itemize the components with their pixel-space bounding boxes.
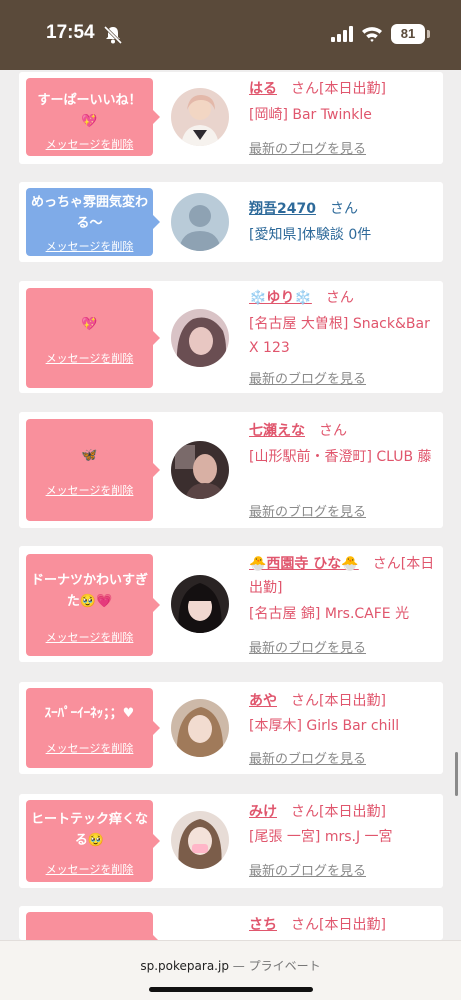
cast-name-link[interactable]: 🐣西園寺 ひな🐣 — [249, 556, 359, 572]
avatar[interactable] — [171, 811, 229, 869]
cast-name-line: みけ さん[本日出勤] — [249, 800, 439, 824]
message-card: ドーナツかわいすぎた🥹💗 メッセージを削除 🐣西園寺 ひな🐣 さん[本日出勤] … — [19, 546, 443, 662]
browser-bottom-bar: sp.pokepara.jp — プライベート — [0, 940, 461, 1000]
shop-info: [山形駅前・香澄町] CLUB 藤 — [249, 449, 432, 465]
private-mode-label: — プライベート — [232, 959, 321, 973]
message-text: ヒートテック痒くなる🥹 — [30, 812, 148, 848]
latest-blog-link[interactable]: 最新のブログを見る — [249, 368, 366, 387]
honorific: さん — [291, 917, 319, 933]
wifi-icon — [362, 27, 382, 42]
battery-indicator: 81 — [391, 24, 425, 44]
scrollbar[interactable] — [455, 752, 458, 796]
delete-message-link[interactable]: メッセージを削除 — [26, 740, 153, 756]
honorific: さん — [329, 201, 358, 217]
address-bar[interactable]: sp.pokepara.jp — プライベート — [0, 957, 461, 974]
latest-blog-link[interactable]: 最新のブログを見る — [249, 637, 366, 656]
status-bar: 17:54 81 — [0, 0, 461, 70]
cast-name-line: はる さん[本日出勤] — [249, 77, 439, 101]
cast-name-line: 七瀬えな さん — [249, 419, 439, 443]
message-text: めっちゃ雰囲気変わる〜 — [30, 195, 148, 231]
message-card: めっちゃ雰囲気変わる〜 メッセージを削除 翔吾2470 さん [愛知県]体験談 … — [19, 182, 443, 262]
delete-message-link[interactable]: メッセージを削除 — [26, 482, 153, 498]
message-text: ｽｰﾊﾟｰｲｰﾈｯ；；♥ — [44, 706, 135, 721]
honorific: さん — [291, 804, 319, 820]
message-card: さち さん[本日出勤] — [19, 906, 443, 940]
delete-message-link[interactable]: メッセージを削除 — [26, 238, 153, 254]
message-text: すーぱーいいね！💖 — [37, 93, 142, 129]
cast-name-line: 翔吾2470 さん — [249, 197, 439, 221]
shop-info: [名古屋 錦] Mrs.CAFE 光 — [249, 606, 410, 622]
honorific: さん — [319, 423, 347, 439]
attendance-badge: [本日出勤] — [319, 917, 386, 933]
bell-slash-icon — [103, 26, 123, 44]
avatar[interactable] — [171, 193, 229, 251]
latest-blog-link[interactable]: 最新のブログを見る — [249, 860, 366, 879]
message-bubble: すーぱーいいね！💖 メッセージを削除 — [26, 78, 160, 156]
message-bubble: めっちゃ雰囲気変わる〜 メッセージを削除 — [26, 188, 160, 256]
attendance-badge: [本日出勤] — [319, 693, 386, 709]
latest-blog-link[interactable]: 最新のブログを見る — [249, 501, 366, 520]
message-text: 💖 — [81, 317, 98, 332]
latest-blog-link[interactable]: 最新のブログを見る — [249, 748, 366, 767]
message-bubble: ドーナツかわいすぎた🥹💗 メッセージを削除 — [26, 554, 160, 656]
cast-name-line: あや さん[本日出勤] — [249, 689, 439, 713]
home-indicator — [149, 987, 313, 992]
cast-name-link[interactable]: あや — [249, 693, 277, 709]
cast-name-link[interactable]: はる — [249, 81, 277, 97]
cast-name-line: ❄️ゆり❄️ さん — [249, 286, 439, 310]
honorific: さん — [291, 693, 319, 709]
avatar[interactable] — [171, 88, 229, 146]
cast-name-link[interactable]: 七瀬えな — [249, 423, 305, 439]
status-time: 17:54 — [46, 22, 95, 43]
shop-info: [岡崎] Bar Twinkle — [249, 107, 372, 123]
message-bubble: ヒートテック痒くなる🥹 メッセージを削除 — [26, 800, 160, 882]
shop-info: [本厚木] Girls Bar chill — [249, 718, 400, 734]
delete-message-link[interactable]: メッセージを削除 — [26, 350, 153, 366]
message-card: すーぱーいいね！💖 メッセージを削除 はる さん[本日出勤] [岡崎] Bar … — [19, 72, 443, 164]
review-info: [愛知県]体験談 0件 — [249, 227, 372, 243]
attendance-badge: [本日出勤] — [319, 804, 386, 820]
battery-tip — [427, 30, 430, 38]
customer-name-link[interactable]: 翔吾2470 — [249, 201, 316, 217]
cast-name-link[interactable]: みけ — [249, 804, 277, 820]
avatar[interactable] — [171, 309, 229, 367]
message-bubble: 💖 メッセージを削除 — [26, 288, 160, 388]
message-text: ドーナツかわいすぎた🥹💗 — [30, 573, 148, 609]
delete-message-link[interactable]: メッセージを削除 — [26, 861, 153, 877]
message-bubble — [26, 912, 160, 940]
honorific: さん — [325, 290, 354, 306]
message-card: ｽｰﾊﾟｰｲｰﾈｯ；；♥ メッセージを削除 あや さん[本日出勤] [本厚木] … — [19, 682, 443, 774]
shop-info: [名古屋 大曽根] Snack&Bar X 123 — [249, 316, 430, 356]
message-bubble: ｽｰﾊﾟｰｲｰﾈｯ；；♥ メッセージを削除 — [26, 688, 160, 768]
shop-info: [尾張 一宮] mrs.J 一宮 — [249, 829, 393, 845]
latest-blog-link[interactable]: 最新のブログを見る — [249, 138, 366, 157]
message-text: 🦋 — [81, 448, 98, 463]
cast-name-line: さち さん[本日出勤] — [249, 913, 439, 937]
message-bubble: 🦋 メッセージを削除 — [26, 419, 160, 521]
cast-name-link[interactable]: ❄️ゆり❄️ — [249, 290, 312, 306]
honorific: さん — [291, 81, 319, 97]
avatar[interactable] — [171, 575, 229, 633]
cast-name-line: 🐣西園寺 ひな🐣 さん[本日出勤] — [249, 552, 439, 600]
attendance-badge: [本日出勤] — [319, 81, 386, 97]
delete-message-link[interactable]: メッセージを削除 — [26, 629, 153, 645]
avatar[interactable] — [171, 441, 229, 499]
cellular-signal-icon — [331, 26, 353, 42]
honorific: さん — [372, 556, 401, 572]
message-card: ヒートテック痒くなる🥹 メッセージを削除 みけ さん[本日出勤] [尾張 一宮]… — [19, 794, 443, 888]
cast-name-link[interactable]: さち — [249, 917, 277, 933]
url-text: sp.pokepara.jp — [140, 959, 229, 973]
delete-message-link[interactable]: メッセージを削除 — [26, 136, 153, 152]
message-card: 💖 メッセージを削除 ❄️ゆり❄️ さん [名古屋 大曽根] Snack&Bar… — [19, 281, 443, 393]
avatar[interactable] — [171, 699, 229, 757]
message-card: 🦋 メッセージを削除 七瀬えな さん [山形駅前・香澄町] CLUB 藤 最新の… — [19, 412, 443, 528]
